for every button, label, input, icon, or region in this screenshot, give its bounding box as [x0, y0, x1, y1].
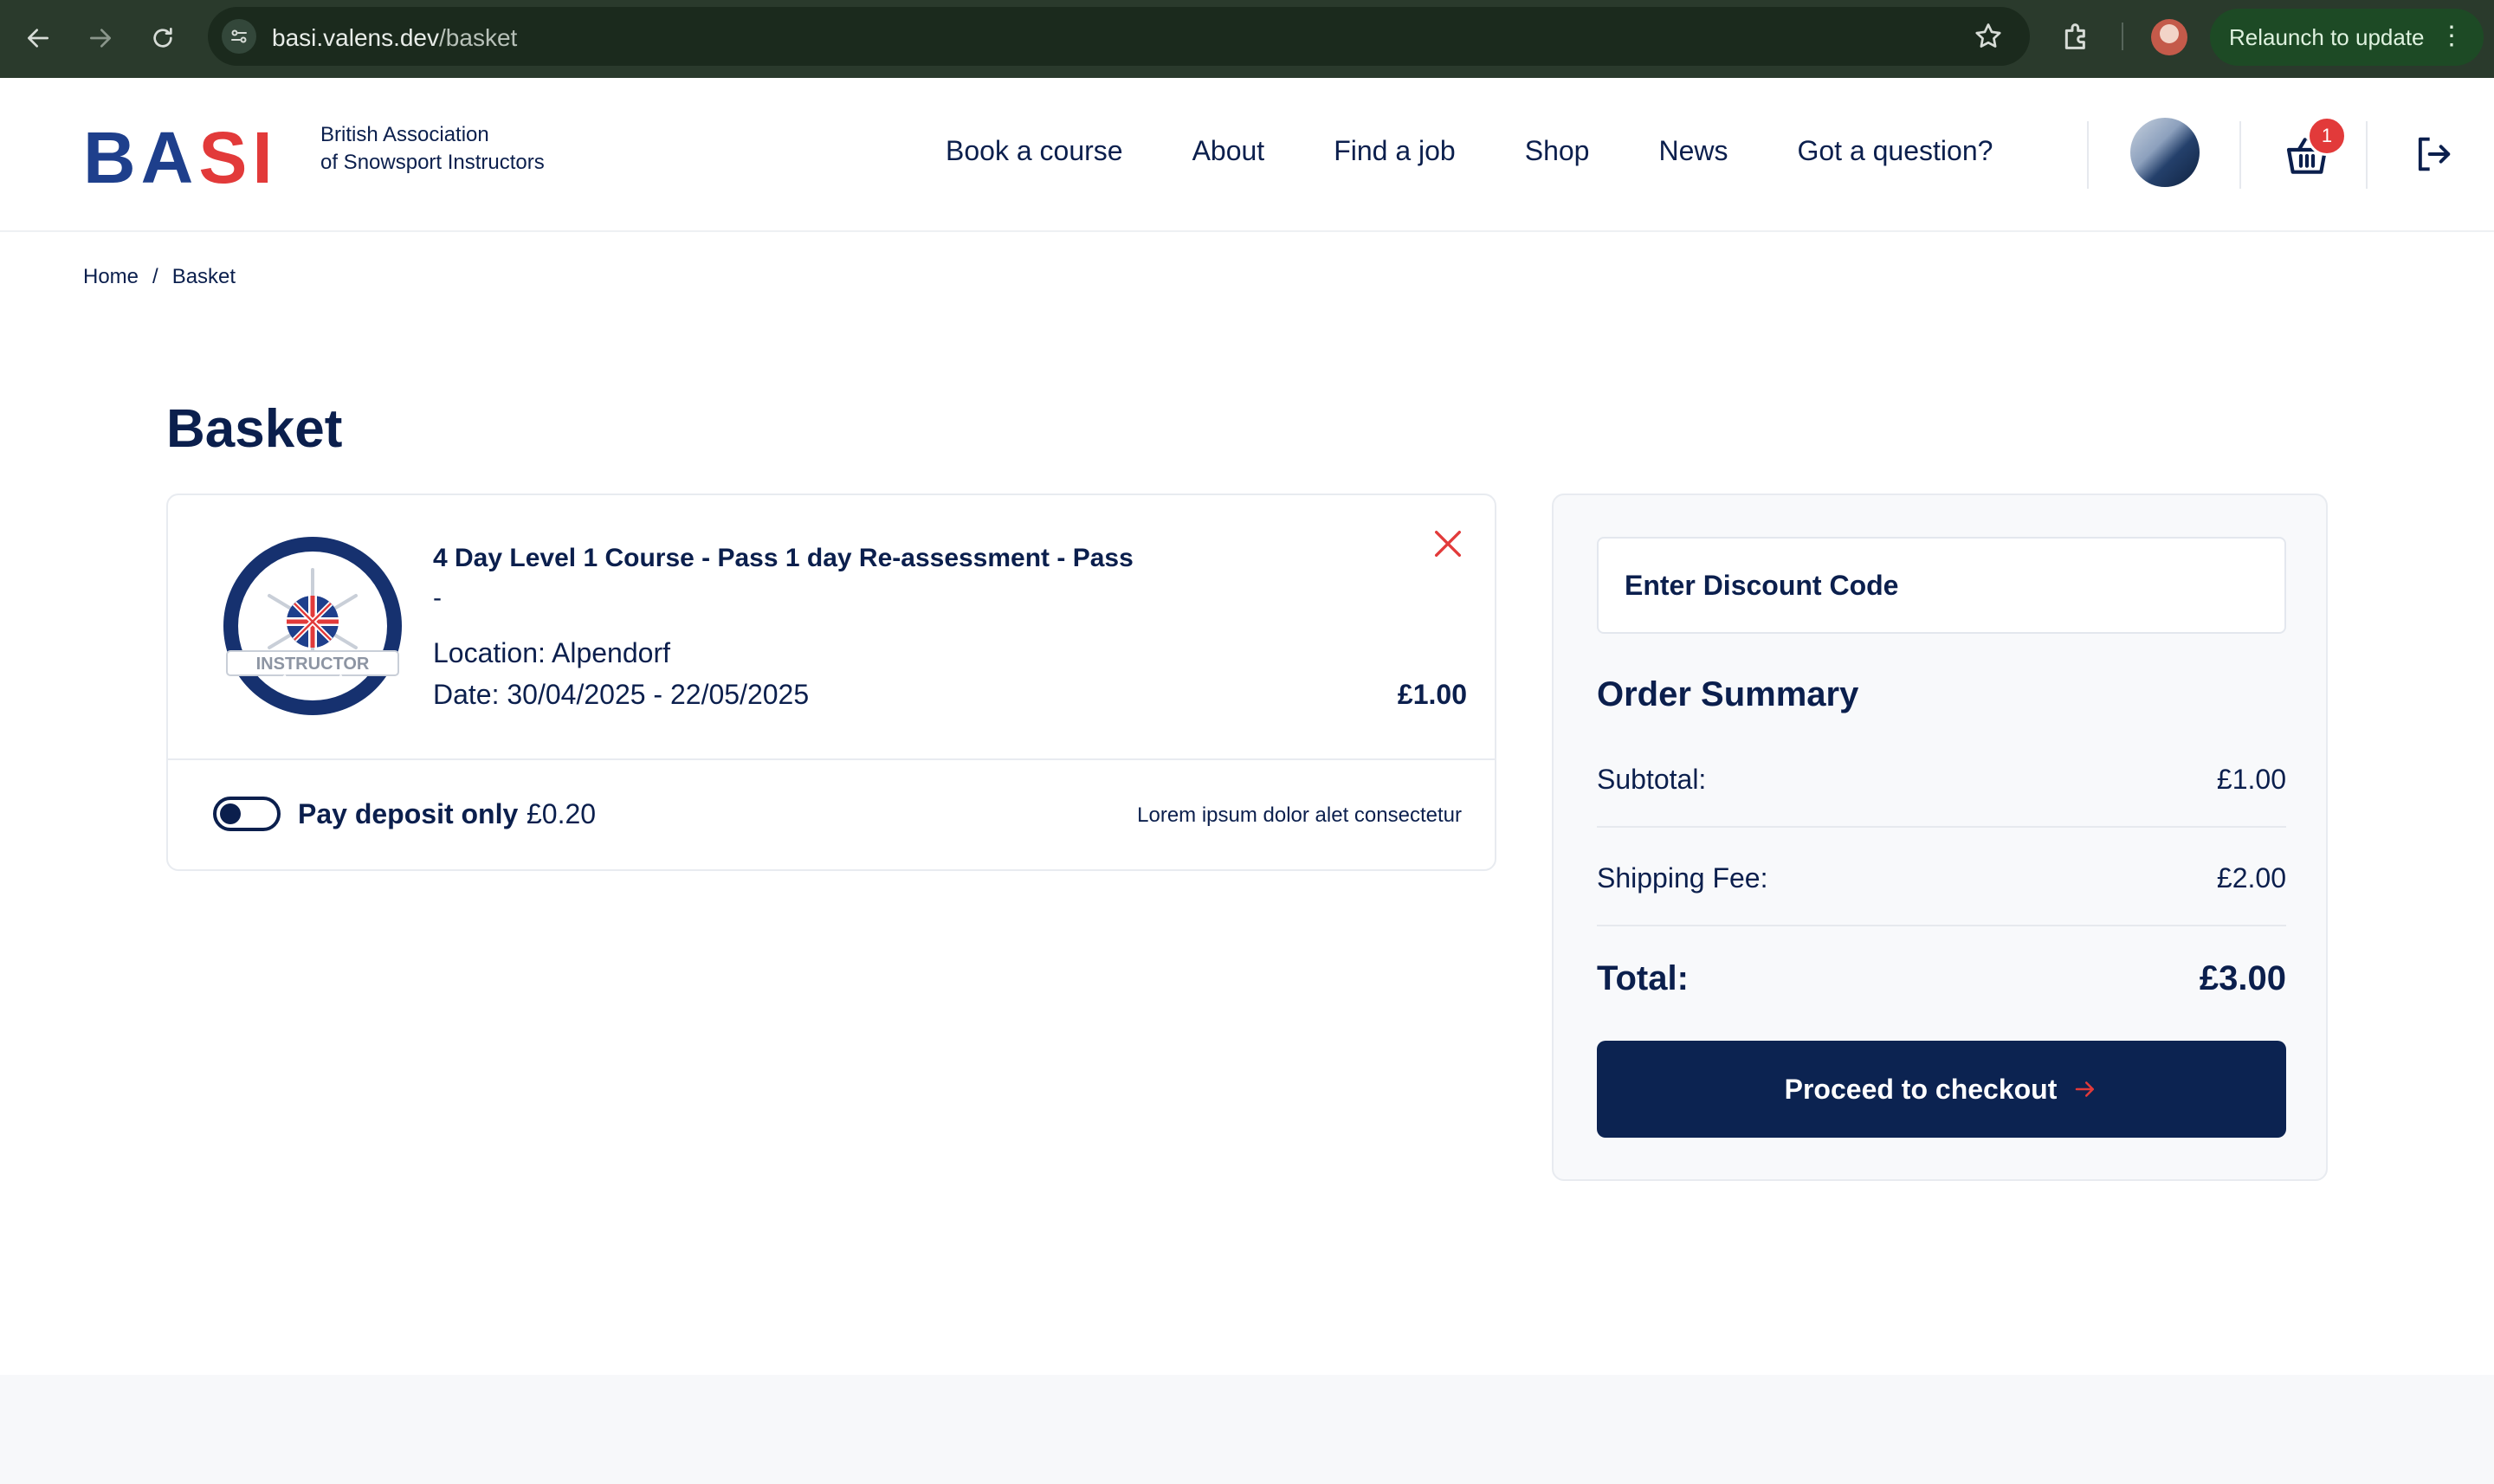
instructor-badge-image: BRITISH ASSOCIATION OF SNOWSPORT INSTRUC…	[222, 535, 402, 715]
item-title: 4 Day Level 1 Course - Pass 1 day Re-ass…	[433, 544, 1134, 572]
url-path: /basket	[439, 24, 518, 51]
item-price: £1.00	[1397, 679, 1467, 710]
order-summary-card: Order Summary Subtotal: £1.00 Shipping F…	[1552, 494, 2328, 1181]
item-subtitle: -	[433, 584, 442, 612]
user-avatar[interactable]	[2130, 118, 2200, 187]
total-value: £3.00	[2199, 959, 2286, 997]
subtotal-value: £1.00	[2216, 764, 2286, 795]
header-divider	[2087, 121, 2089, 189]
page-title: Basket	[166, 399, 343, 459]
relaunch-button[interactable]: Relaunch to update ⋮	[2210, 9, 2484, 66]
breadcrumb: Home / Basket	[83, 265, 236, 289]
site-header: BASI British Association of Snowsport In…	[0, 78, 2494, 232]
nav-book-course[interactable]: Book a course	[946, 126, 1123, 175]
logo-letter: I	[252, 117, 278, 198]
deposit-row: Pay deposit only £0.20 Lorem ipsum dolor…	[168, 760, 1495, 871]
address-bar[interactable]: basi.valens.dev/basket	[208, 7, 2030, 66]
main-nav: Book a course About Find a job Shop News…	[946, 126, 2062, 175]
logo-tagline: British Association of Snowsport Instruc…	[320, 121, 545, 177]
badge-ribbon-text: INSTRUCTOR	[256, 655, 370, 674]
basi-logo[interactable]: BASI	[83, 121, 278, 194]
extensions-icon[interactable]	[2059, 19, 2094, 54]
shipping-label: Shipping Fee:	[1597, 862, 1768, 894]
url-text: basi.valens.dev/basket	[272, 24, 517, 52]
breadcrumb-current: Basket	[171, 265, 236, 288]
nav-got-question[interactable]: Got a question?	[1797, 126, 1993, 175]
deposit-amount: £0.20	[527, 798, 597, 829]
logo-letter: S	[198, 117, 253, 198]
close-icon[interactable]	[1431, 526, 1465, 561]
toolbar-divider	[2122, 23, 2123, 50]
logout-icon[interactable]	[2411, 132, 2456, 177]
subtotal-label: Subtotal:	[1597, 764, 1707, 795]
arrow-right-icon	[2076, 1081, 2095, 1097]
shipping-value: £2.00	[2216, 862, 2286, 894]
total-row: Total: £3.00	[1597, 925, 2286, 1023]
url-host: basi.valens.dev	[272, 24, 440, 51]
back-icon	[28, 29, 48, 48]
profile-avatar[interactable]	[2151, 19, 2187, 55]
relaunch-label: Relaunch to update	[2229, 23, 2425, 50]
breadcrumb-home[interactable]: Home	[83, 265, 139, 289]
proceed-checkout-button[interactable]: Proceed to checkout	[1597, 1041, 2286, 1138]
header-divider	[2239, 121, 2241, 189]
forward-icon	[90, 29, 111, 48]
order-summary-title: Order Summary	[1597, 675, 1859, 713]
header-divider	[2366, 121, 2368, 189]
menu-dots-icon[interactable]: ⋮	[2439, 21, 2465, 52]
logo-letter: A	[140, 117, 199, 198]
reload-icon	[153, 28, 172, 48]
deposit-label: Pay deposit only	[298, 798, 519, 829]
site-settings-button[interactable]	[222, 19, 256, 54]
subtotal-row: Subtotal: £1.00	[1597, 729, 2286, 828]
footer-band	[0, 1375, 2494, 1484]
nav-find-job[interactable]: Find a job	[1334, 126, 1456, 175]
basket-count-badge: 1	[2307, 116, 2347, 156]
discount-code-input[interactable]	[1597, 537, 2286, 634]
checkout-label: Proceed to checkout	[1784, 1073, 2058, 1105]
toggle-knob	[220, 803, 241, 824]
nav-about[interactable]: About	[1192, 126, 1265, 175]
reload-button[interactable]	[145, 21, 180, 55]
forward-button[interactable]	[83, 21, 118, 55]
item-date: Date: 30/04/2025 - 22/05/2025	[433, 679, 810, 710]
logo-line-1: British Association	[320, 123, 489, 146]
basket-item-details: BRITISH ASSOCIATION OF SNOWSPORT INSTRUC…	[168, 495, 1495, 760]
browser-toolbar: basi.valens.dev/basket Relaunch to updat…	[0, 0, 2494, 78]
back-button[interactable]	[21, 21, 55, 55]
breadcrumb-separator: /	[152, 265, 158, 288]
deposit-note: Lorem ipsum dolor alet consectetur	[1137, 803, 1462, 827]
bookmark-star-icon[interactable]	[1973, 21, 2004, 52]
item-location: Location: Alpendorf	[433, 637, 670, 668]
nav-shop[interactable]: Shop	[1525, 126, 1590, 175]
nav-news[interactable]: News	[1658, 126, 1728, 175]
site-settings-icon	[231, 29, 247, 43]
basket-item-card: BRITISH ASSOCIATION OF SNOWSPORT INSTRUC…	[166, 494, 1496, 871]
logo-line-2: of Snowsport Instructors	[320, 151, 545, 174]
deposit-toggle[interactable]	[213, 797, 281, 831]
shipping-row: Shipping Fee: £2.00	[1597, 828, 2286, 926]
logo-letter: B	[83, 117, 141, 198]
total-label: Total:	[1597, 959, 1689, 997]
